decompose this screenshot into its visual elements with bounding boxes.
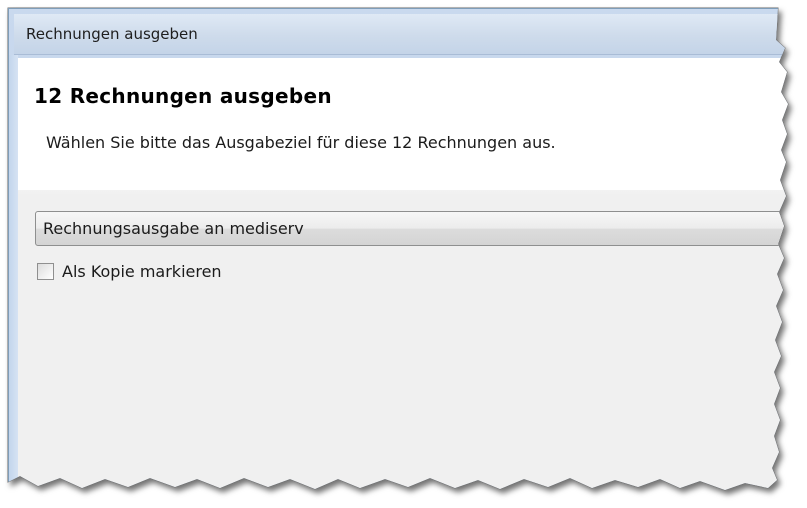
dialog-window: Rechnungen ausgeben 12 Rechnungen ausgeb… [0, 0, 807, 508]
window-title: Rechnungen ausgeben [26, 25, 198, 43]
copy-checkbox-label[interactable]: Als Kopie markieren [62, 262, 222, 281]
header-panel: 12 Rechnungen ausgeben Wählen Sie bitte … [18, 58, 807, 190]
output-target-select[interactable]: Rechnungsausgabe an mediserv [35, 211, 807, 246]
page-subtitle: Wählen Sie bitte das Ausgabeziel für die… [46, 133, 556, 152]
title-bar[interactable]: Rechnungen ausgeben [14, 14, 807, 55]
page-title: 12 Rechnungen ausgeben [34, 84, 332, 108]
output-target-value: Rechnungsausgabe an mediserv [43, 219, 304, 238]
window-border-left [9, 55, 18, 508]
copy-checkbox[interactable] [37, 263, 54, 280]
